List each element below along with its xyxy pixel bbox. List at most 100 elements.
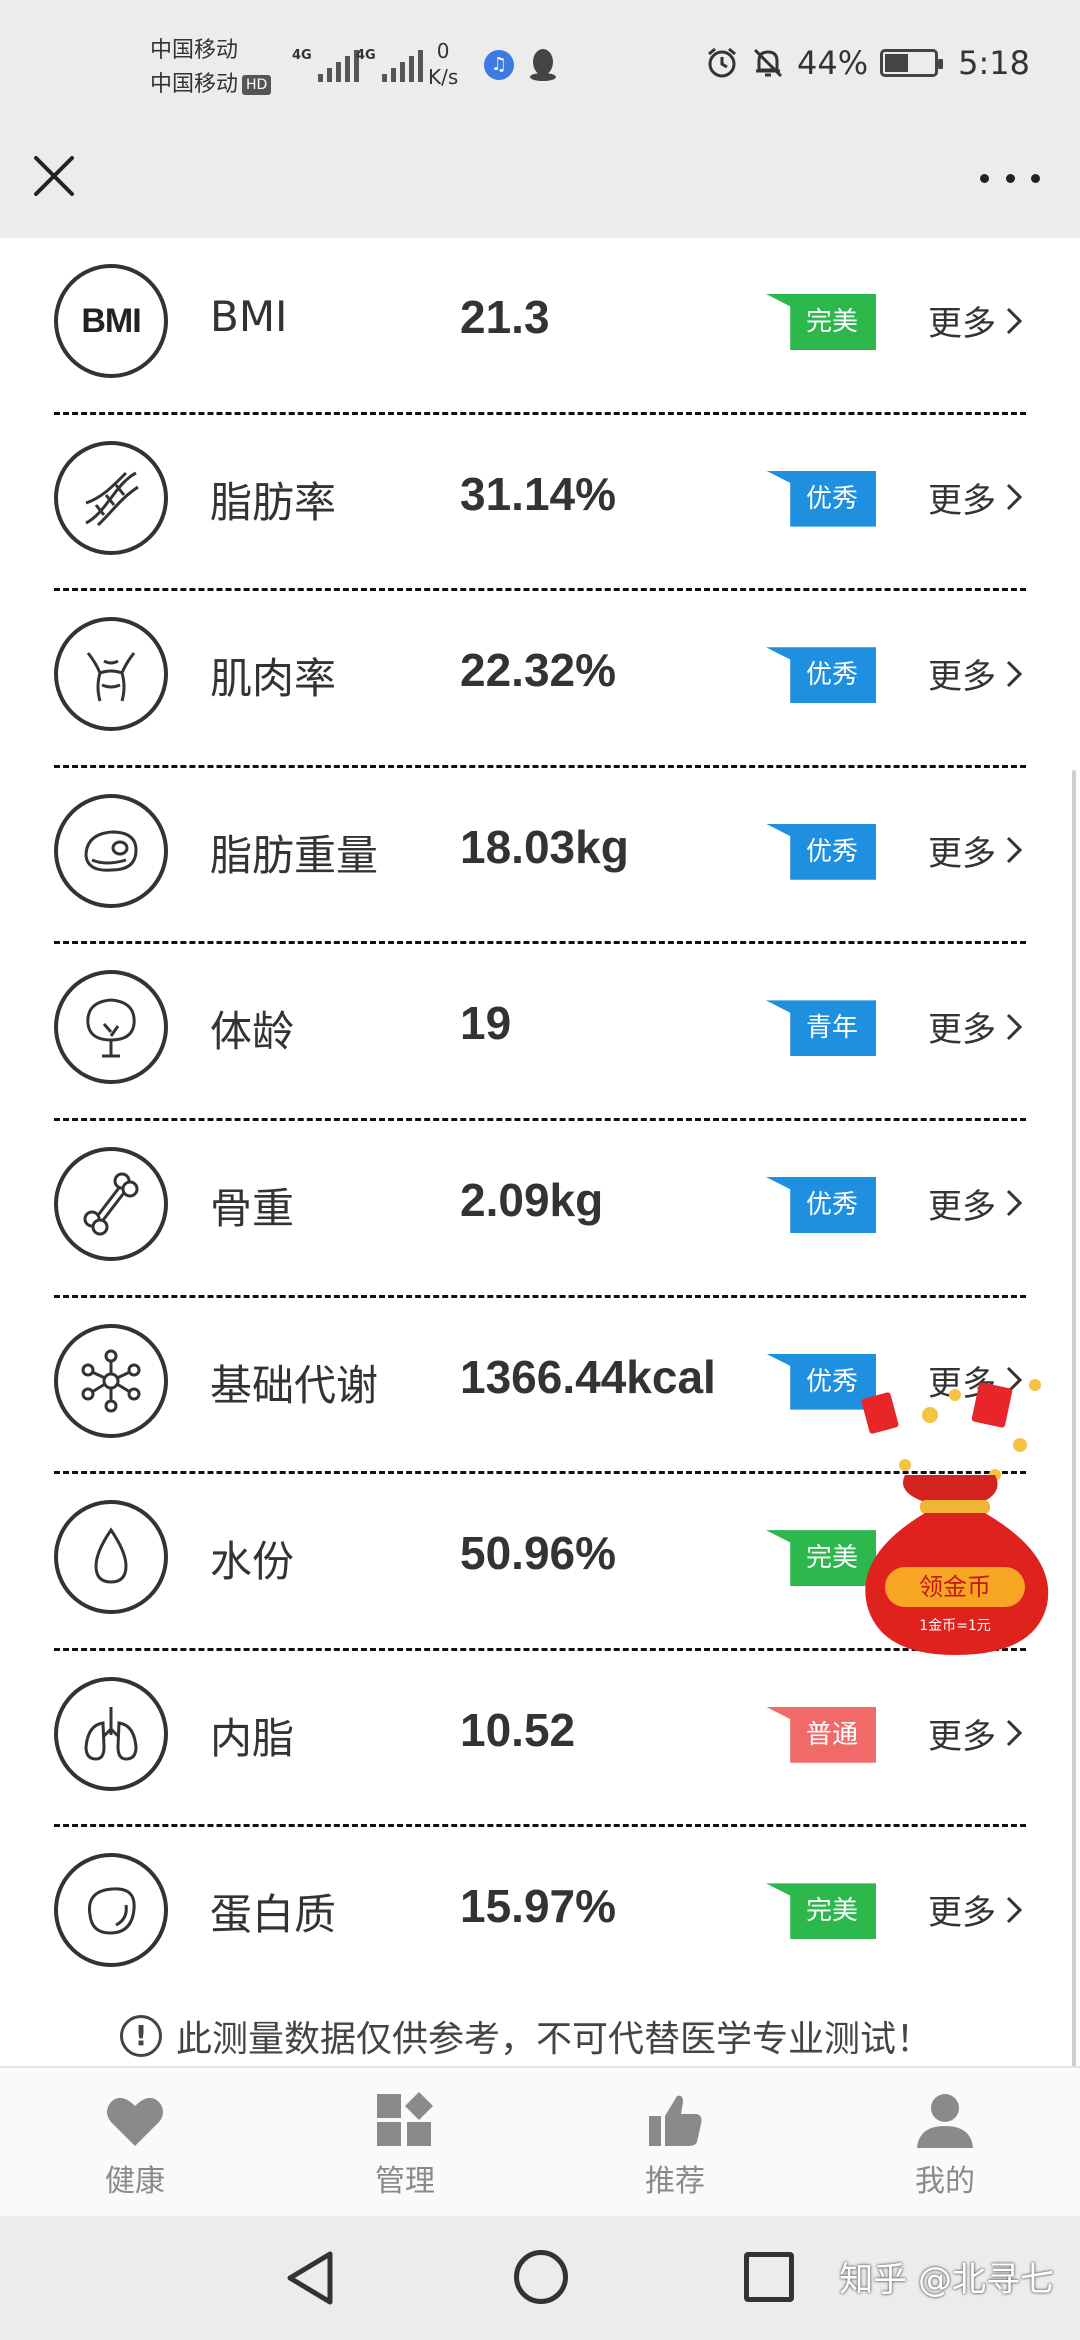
signal-strength-1: 4G [292, 48, 359, 82]
status-badge: 完美 [766, 294, 876, 350]
metric-row-body-fat[interactable]: 脂肪率 31.14% 优秀 更多 [0, 415, 1080, 592]
more-link[interactable]: 更多 [928, 1709, 1022, 1758]
back-icon[interactable] [282, 2248, 338, 2308]
recent-apps-icon[interactable] [744, 2252, 794, 2302]
chevron-right-icon [1006, 1013, 1022, 1040]
status-right: 44% 5:18 [705, 44, 1030, 82]
watermark: 知乎 @北寻七 [839, 2260, 1054, 2300]
more-link[interactable]: 更多 [928, 1179, 1022, 1228]
metric-value: 50.96% [460, 1527, 617, 1580]
metric-row-fat-weight[interactable]: 脂肪重量 18.03kg 优秀 更多 [0, 768, 1080, 945]
speed-value: 0 [436, 39, 450, 63]
bottom-nav: 健康 管理 推荐 我的 [0, 2066, 1080, 2216]
status-badge: 优秀 [766, 470, 876, 527]
clock-time: 5:18 [958, 44, 1030, 82]
lungs-icon [54, 1676, 168, 1791]
status-badge: 优秀 [766, 823, 876, 880]
music-icon: ♫ [484, 50, 514, 80]
metric-row-protein[interactable]: 蛋白质 15.97% 完美 更多 [0, 1827, 1080, 2004]
dna-icon [54, 440, 168, 555]
more-link[interactable]: 更多 [928, 1885, 1022, 1934]
metric-name: 脂肪率 [210, 477, 337, 527]
metric-value: 10.52 [460, 1703, 576, 1756]
coin-bag-label: 领金币 [919, 1573, 991, 1601]
metric-value: 19 [460, 997, 512, 1050]
nav-recommend[interactable]: 推荐 [540, 2068, 810, 2216]
chevron-right-icon [1006, 1190, 1022, 1217]
chevron-right-icon [1006, 484, 1022, 511]
more-link[interactable]: 更多 [928, 1002, 1022, 1051]
metric-value: 15.97% [460, 1880, 617, 1933]
metric-name: BMI [210, 292, 288, 341]
bmi-icon: BMI [54, 264, 168, 378]
battery-icon [880, 49, 944, 77]
molecule-icon [54, 1323, 168, 1438]
signal-strength-2: 4G [356, 48, 423, 82]
protein-icon [54, 1853, 168, 1968]
status-badge: 普通 [766, 1706, 876, 1763]
coin-bag-sub: 1金币=1元 [919, 1618, 991, 1634]
metric-row-body-age[interactable]: 体龄 19 青年 更多 [0, 944, 1080, 1121]
metric-name: 肌肉率 [210, 654, 337, 704]
tree-icon [54, 970, 168, 1085]
status-badge: 青年 [766, 1000, 876, 1057]
network-speed: 0 K/s [428, 38, 458, 90]
metric-row-bmi[interactable]: BMI BMI 21.3 完美 更多 [0, 238, 1080, 415]
speed-unit: K/s [428, 65, 459, 89]
close-icon[interactable] [28, 150, 80, 202]
nav-label: 管理 [375, 2164, 435, 2199]
more-link[interactable]: 更多 [928, 473, 1022, 522]
info-icon: ! [120, 2015, 162, 2057]
metric-name: 水份 [210, 1537, 295, 1587]
metric-row-visceral-fat[interactable]: 内脂 10.52 普通 更多 [0, 1651, 1080, 1828]
nav-mine[interactable]: 我的 [810, 2068, 1080, 2216]
chevron-right-icon [1006, 1896, 1022, 1923]
metric-name: 体龄 [210, 1007, 295, 1057]
metric-name: 脂肪重量 [210, 830, 379, 880]
carrier-info: 中国移动 中国移动 HD [150, 34, 272, 102]
metric-value: 1366.44kcal [460, 1350, 716, 1403]
nav-label: 推荐 [645, 2164, 705, 2199]
heart-icon [107, 2097, 163, 2146]
bone-icon [54, 1146, 168, 1261]
muscle-icon [54, 617, 168, 732]
carrier-1: 中国移动 [150, 38, 239, 63]
more-link[interactable]: 更多 [928, 826, 1022, 875]
home-icon[interactable] [514, 2250, 568, 2304]
network-type-2: 4G [356, 48, 376, 63]
water-drop-icon [54, 1500, 168, 1615]
metric-name: 蛋白质 [210, 1890, 337, 1940]
thumbs-up-icon [649, 2095, 702, 2146]
mute-bell-icon [753, 48, 783, 78]
metric-name: 基础代谢 [210, 1360, 379, 1410]
status-badge: 优秀 [766, 647, 876, 704]
system-nav: 知乎 @北寻七 [0, 2216, 1080, 2340]
status-badge: 完美 [766, 1883, 876, 1940]
metric-name: 内脂 [210, 1713, 295, 1763]
metric-value: 21.3 [460, 291, 550, 343]
more-dots-icon[interactable] [980, 166, 1040, 190]
nav-manage[interactable]: 管理 [270, 2068, 540, 2216]
status-badge: 优秀 [766, 1176, 876, 1233]
chevron-right-icon [1006, 837, 1022, 864]
nav-health[interactable]: 健康 [0, 2068, 270, 2216]
disclaimer-text: 此测量数据仅供参考，不可代替医学专业测试！ [176, 2019, 933, 2060]
more-link[interactable]: 更多 [928, 296, 1022, 345]
metric-row-bone-weight[interactable]: 骨重 2.09kg 优秀 更多 [0, 1121, 1080, 1298]
metric-value: 31.14% [460, 467, 617, 520]
metric-value: 22.32% [460, 644, 617, 697]
user-icon [917, 2094, 973, 2148]
chevron-right-icon [1006, 307, 1022, 334]
battery-percent: 44% [797, 44, 869, 82]
metric-value: 2.09kg [460, 1173, 604, 1226]
network-type-1: 4G [292, 48, 312, 63]
qq-penguin-icon [530, 49, 556, 81]
more-link[interactable]: 更多 [928, 649, 1022, 698]
meat-icon [54, 793, 168, 908]
metric-row-muscle-rate[interactable]: 肌肉率 22.32% 优秀 更多 [0, 591, 1080, 768]
gold-coin-bag-button[interactable]: 领金币 1金币=1元 [835, 1355, 1075, 1665]
hd-badge: HD [242, 75, 272, 95]
alarm-icon [708, 47, 736, 78]
carrier-2: 中国移动 [150, 72, 239, 97]
chevron-right-icon [1006, 660, 1022, 687]
